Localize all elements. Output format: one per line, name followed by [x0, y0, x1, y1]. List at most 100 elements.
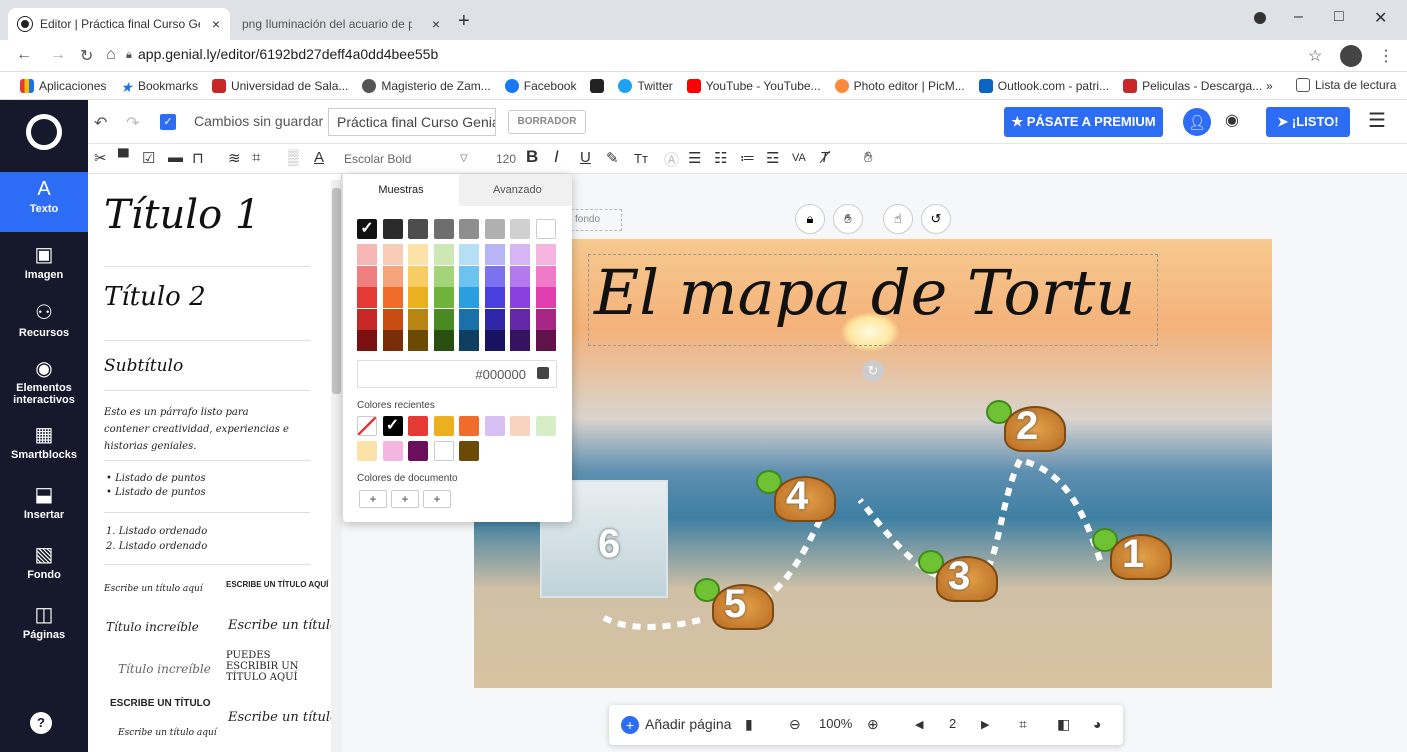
color-swatch[interactable] — [484, 265, 505, 287]
paste-icon[interactable]: ☑ — [142, 149, 155, 167]
bookmark-item[interactable]: Outlook.com - patri... — [978, 78, 1109, 93]
preview-eye-icon[interactable]: ◉ — [1225, 110, 1239, 130]
rotate-handle-icon[interactable]: ↻ — [862, 360, 884, 382]
color-swatch[interactable] — [459, 244, 479, 265]
title-template[interactable]: PUEDES ESCRIBIR UN TÍTULO AQUÍ — [226, 650, 322, 683]
color-swatch[interactable] — [433, 308, 454, 330]
recent-color-swatch[interactable] — [510, 416, 530, 436]
recent-color-swatch[interactable] — [408, 416, 428, 436]
color-swatch[interactable] — [408, 265, 428, 287]
profile-avatar[interactable] — [1340, 45, 1362, 67]
tab-genially-editor[interactable]: Editor | Práctica final Curso Genia × — [8, 8, 230, 40]
heading2-style[interactable]: Título 2 — [104, 282, 206, 312]
url-field[interactable]: app.genial.ly/editor/6192bd27deff4a0dd4b… — [138, 46, 438, 62]
color-swatch[interactable] — [535, 244, 556, 265]
text-case-icon[interactable]: Tт — [634, 151, 648, 166]
color-swatch[interactable] — [408, 244, 428, 265]
recent-color-swatch[interactable] — [433, 416, 454, 436]
recent-color-swatch[interactable] — [382, 441, 403, 461]
color-swatch[interactable] — [433, 219, 454, 239]
color-swatch[interactable] — [408, 287, 428, 308]
title-template[interactable]: Escribe un título aquí — [104, 584, 203, 594]
add-page-icon[interactable]: + — [621, 716, 639, 734]
hex-input[interactable]: #000000 — [357, 360, 557, 388]
color-swatch[interactable] — [357, 330, 377, 351]
color-swatch[interactable] — [484, 219, 505, 239]
color-swatch[interactable] — [459, 219, 479, 239]
title-template[interactable]: Escribe un título — [228, 618, 338, 633]
sidebar-item-insertar[interactable]: ⬓ Insertar — [0, 482, 88, 521]
color-swatch[interactable] — [484, 330, 505, 351]
delete-icon[interactable]: ▬ — [168, 149, 183, 166]
listo-button[interactable]: ➤ ¡LISTO! — [1266, 107, 1350, 137]
sidebar-item-fondo[interactable]: ▧ Fondo — [0, 542, 88, 581]
premium-button[interactable]: ★ PÁSATE A PREMIUM — [1004, 107, 1163, 137]
home-icon[interactable]: ⌂ — [106, 46, 116, 64]
color-swatch[interactable] — [382, 287, 403, 308]
color-swatch[interactable] — [382, 244, 403, 265]
reading-list-button[interactable]: Lista de lectura — [1296, 78, 1396, 92]
color-swatch[interactable] — [433, 330, 454, 351]
undo-icon[interactable]: ↶ — [94, 113, 107, 133]
more-bookmarks-button[interactable]: » — [1266, 79, 1273, 93]
line-height-icon[interactable]: ☲ — [766, 149, 779, 167]
numbered-list-icon[interactable]: ≔ — [740, 149, 755, 167]
color-swatch[interactable] — [510, 330, 530, 351]
bookmark-item[interactable]: Magisterio de Zam... — [362, 78, 491, 93]
turtle-5[interactable]: 5 — [694, 578, 784, 640]
add-page-button[interactable]: Añadir página — [645, 716, 731, 732]
settings-icon[interactable]: ◕ — [1093, 716, 1101, 732]
delete-page-icon[interactable]: ▮ — [745, 716, 753, 733]
align-text-icon[interactable]: ☰ — [688, 149, 701, 167]
color-swatch[interactable] — [357, 244, 377, 265]
zoom-out-icon[interactable]: ⊖ — [789, 716, 801, 733]
color-swatch[interactable] — [459, 330, 479, 351]
bookmark-item[interactable]: Peliculas - Descarga... — [1123, 78, 1262, 93]
recent-color-swatch[interactable]: ✓ — [382, 416, 403, 436]
tab-avanzado[interactable]: Avanzado — [493, 184, 542, 196]
title-template[interactable]: ESCRIBE UN TÍTULO AQUÍ — [226, 580, 328, 589]
recent-color-swatch[interactable] — [433, 441, 454, 461]
reload-icon[interactable]: ↻ — [80, 46, 93, 66]
bookmark-item[interactable]: YouTube - YouTube... — [686, 78, 821, 93]
bookmark-star-icon[interactable]: ☆ — [1308, 46, 1322, 66]
interactivity-icon[interactable]: ☝︎ — [883, 204, 913, 234]
color-swatch[interactable] — [357, 308, 377, 330]
color-swatch[interactable] — [510, 244, 530, 265]
color-swatch[interactable]: ✓ — [357, 219, 377, 239]
color-swatch[interactable] — [459, 287, 479, 308]
bold-icon[interactable]: B — [526, 147, 538, 167]
ordered-list-style[interactable]: 1. Listado ordenado 2. Listado ordenado — [106, 524, 207, 554]
title-template[interactable]: Título increíble — [106, 620, 199, 634]
clear-format-icon[interactable]: Ⱦ — [820, 149, 829, 166]
heading1-style[interactable]: Título 1 — [104, 192, 260, 238]
project-title-input[interactable]: Práctica final Curso Genial — [328, 108, 496, 136]
subtitle-style[interactable]: Subtítulo — [104, 356, 183, 376]
color-swatch[interactable] — [510, 287, 530, 308]
color-swatch[interactable] — [535, 219, 556, 239]
letter-spacing-icon[interactable]: VA — [792, 152, 806, 164]
eyedropper-icon[interactable] — [537, 367, 549, 379]
color-swatch[interactable] — [510, 219, 530, 239]
add-document-color-button[interactable]: + — [423, 490, 451, 508]
color-swatch[interactable] — [357, 287, 377, 308]
bookmark-item[interactable]: ★ Bookmarks — [120, 79, 198, 95]
turtle-1[interactable]: 1 — [1092, 528, 1182, 590]
cut-icon[interactable]: ✂ — [94, 149, 107, 167]
underline-icon[interactable]: U — [580, 149, 591, 166]
color-swatch[interactable] — [510, 308, 530, 330]
color-swatch[interactable] — [433, 265, 454, 287]
next-page-icon[interactable]: ▶ — [981, 718, 989, 731]
layers-icon[interactable]: ≋ — [228, 149, 241, 167]
color-swatch[interactable] — [535, 308, 556, 330]
lock-icon[interactable]: 🔒︎ — [126, 49, 132, 62]
bullet-list-icon[interactable]: ☷ — [714, 149, 727, 167]
color-swatch[interactable] — [535, 265, 556, 287]
bookmark-item[interactable]: Photo editor | PicM... — [834, 78, 965, 93]
forward-icon[interactable]: → — [50, 46, 66, 64]
lock-element-icon[interactable]: 🔒︎ — [795, 204, 825, 234]
tab-muestras[interactable]: Muestras — [343, 174, 459, 206]
profile-dot-icon[interactable] — [1254, 12, 1266, 24]
font-size-input[interactable]: 120 — [496, 152, 516, 166]
close-tab-icon[interactable]: × — [432, 16, 440, 32]
